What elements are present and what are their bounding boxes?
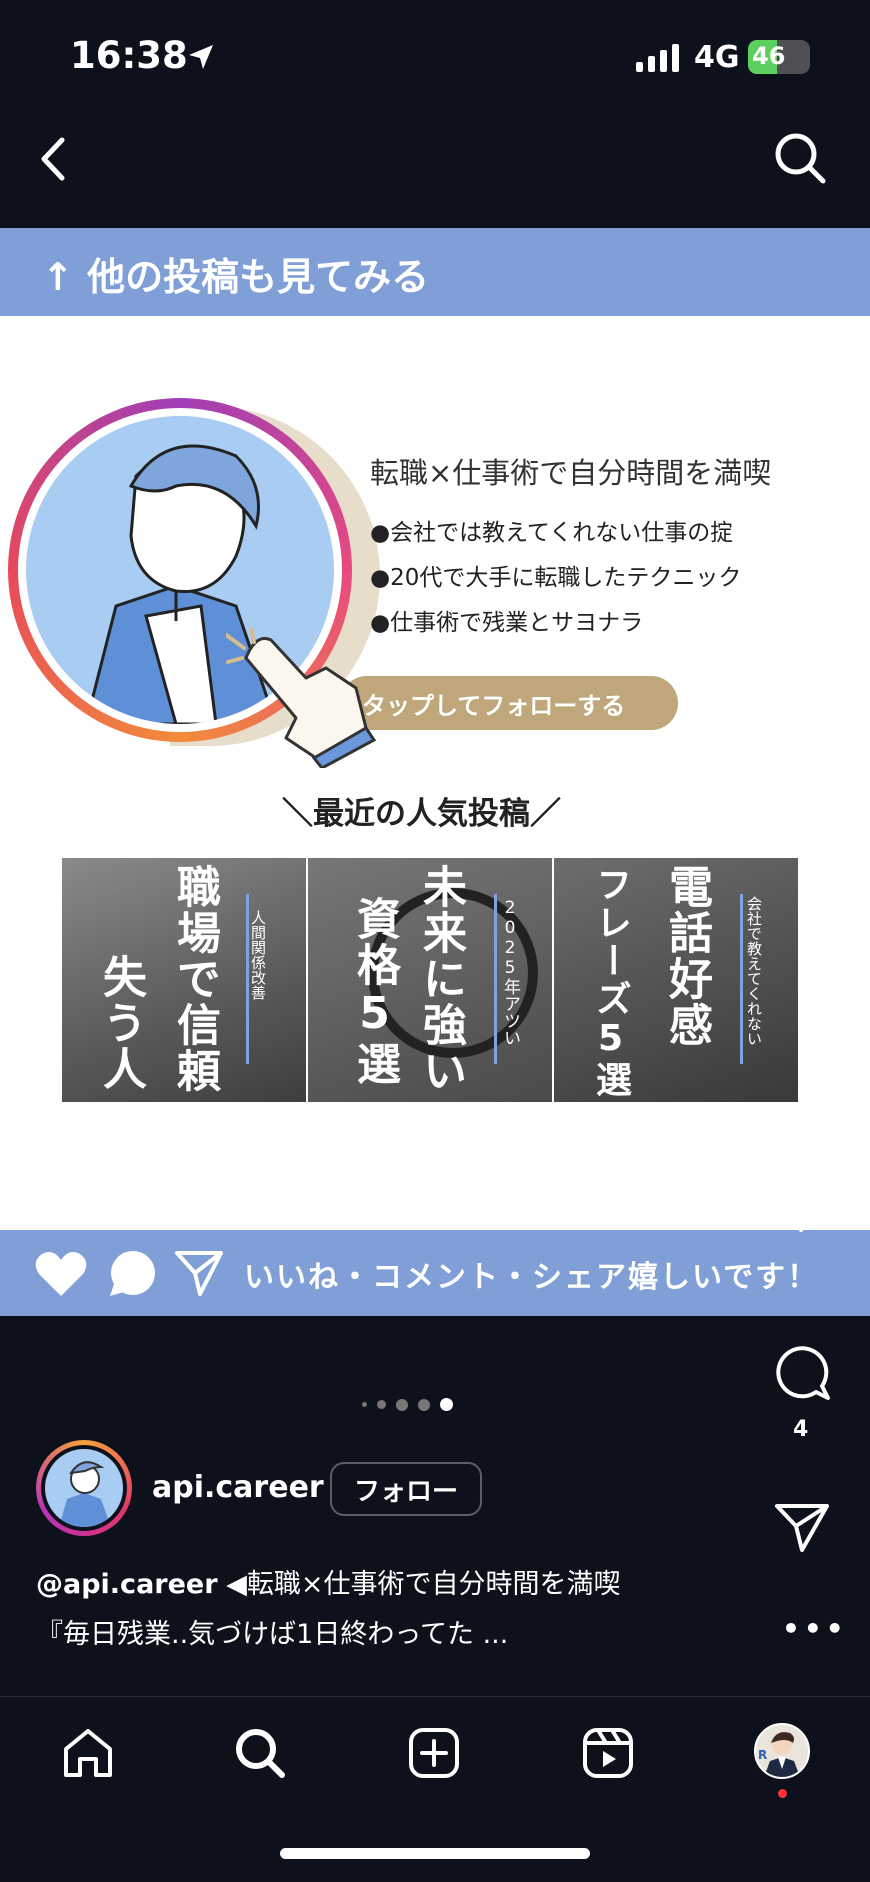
- carousel-dot-active: [440, 1398, 453, 1411]
- engagement-text: いいね・コメント・シェア嬉しいです！: [244, 1260, 820, 1295]
- thumb-3-tag: 会社で教えてくれない: [745, 896, 763, 1046]
- thumb-2-title: 未来に強い: [415, 864, 466, 1094]
- popular-posts-heading: ＼最近の人気投稿／: [282, 796, 561, 832]
- status-bar: 16:38 4G 46: [0, 0, 870, 110]
- more-options-button[interactable]: •••: [782, 1612, 848, 1645]
- carousel-dot: [396, 1398, 408, 1411]
- bullet-1: ●会社では教えてくれない仕事の掟: [370, 520, 734, 546]
- caption-line-1[interactable]: @api.career ◀︎転職×仕事術で自分時間を満喫: [36, 1562, 621, 1601]
- comment-icon[interactable]: [776, 1346, 830, 1400]
- band-send-icon: [175, 1251, 223, 1296]
- tap-to-follow-label: タップしてフォローする: [362, 692, 626, 720]
- tap-to-follow-pill[interactable]: タップしてフォローする: [340, 676, 678, 730]
- carousel-dots: [362, 1398, 453, 1411]
- thumbnail-post-1[interactable]: 職場で信頼 失う人 人間関係改善: [62, 858, 306, 1102]
- thumb-1-tag: 人間関係改善: [249, 910, 267, 1000]
- see-other-posts-label: ↑ 他の投稿も見てみる: [42, 255, 430, 299]
- send-icon[interactable]: [774, 1502, 830, 1554]
- caption-line-2[interactable]: 『毎日残業..気づけば1日終わってた ...: [36, 1612, 508, 1651]
- battery-icon: 46: [748, 40, 810, 74]
- comment-count: 4: [793, 1417, 809, 1442]
- back-chevron-icon[interactable]: [36, 134, 72, 184]
- engagement-band: いいね・コメント・シェア嬉しいです！: [0, 1230, 870, 1316]
- carousel-dot: [377, 1400, 386, 1409]
- author-avatar[interactable]: [36, 1440, 132, 1536]
- pointing-hand-icon: [226, 628, 376, 768]
- avatar-person-icon: [59, 1461, 111, 1527]
- profile-tab-avatar[interactable]: R: [754, 1723, 810, 1779]
- search-icon[interactable]: [772, 130, 828, 186]
- band-comment-icon: [110, 1251, 155, 1296]
- post-image[interactable]: ↑ 他の投稿も見てみる 転職×仕事術で自分時間を満喫 ●会社では教えてくれない仕…: [0, 228, 870, 1316]
- thumb-3-title: 電話好感: [661, 864, 712, 1048]
- home-icon[interactable]: [60, 1725, 116, 1781]
- profile-person-icon: R: [758, 1732, 800, 1777]
- search-tab-icon[interactable]: [232, 1725, 288, 1781]
- signal-icon: [636, 44, 679, 72]
- band-heart-icon: [35, 1252, 87, 1296]
- thumb-1-title: 職場で信頼: [169, 864, 220, 1094]
- thumbnail-post-3[interactable]: 電話好感 フレーズ5選 会社で教えてくれない: [554, 858, 798, 1102]
- svg-text:R: R: [758, 1748, 767, 1762]
- heart-icon[interactable]: [770, 1178, 832, 1234]
- thumb-3-subtitle: フレーズ5選: [590, 866, 631, 1099]
- location-arrow-icon: [189, 45, 213, 69]
- see-other-posts-band[interactable]: ↑ 他の投稿も見てみる: [0, 228, 870, 316]
- bullet-2: ●20代で大手に転職したテクニック: [370, 565, 742, 591]
- thumbnail-post-2[interactable]: 未来に強い 資格5選 2025年アツい: [308, 858, 552, 1102]
- carousel-dot: [418, 1398, 430, 1411]
- home-indicator: [280, 1848, 590, 1859]
- status-time: 16:38: [70, 34, 188, 77]
- create-icon[interactable]: [406, 1725, 462, 1781]
- network-label: 4G: [694, 40, 740, 75]
- notification-dot: [778, 1789, 787, 1798]
- bullet-3: ●仕事術で残業とサヨナラ: [370, 610, 644, 636]
- screen: 16:38 4G 46 ↑ 他の投稿も見てみる 転職×仕事術で自分時間を満喫 ●…: [0, 0, 870, 1882]
- reels-icon[interactable]: [580, 1725, 636, 1781]
- thumb-1-subtitle: 失う人: [95, 954, 146, 1092]
- thumb-2-tag: 2025年アツい: [500, 898, 520, 1046]
- author-username[interactable]: api.career: [152, 1470, 324, 1505]
- thumb-2-subtitle: 資格5選: [349, 896, 400, 1087]
- carousel-dot: [362, 1402, 367, 1407]
- intro-title: 転職×仕事術で自分時間を満喫: [370, 456, 772, 490]
- battery-level: 46: [752, 42, 786, 70]
- caption-text-1: ◀︎転職×仕事術で自分時間を満喫: [217, 1569, 621, 1600]
- caption-handle: @api.career: [36, 1569, 218, 1600]
- follow-button[interactable]: フォロー: [330, 1462, 482, 1516]
